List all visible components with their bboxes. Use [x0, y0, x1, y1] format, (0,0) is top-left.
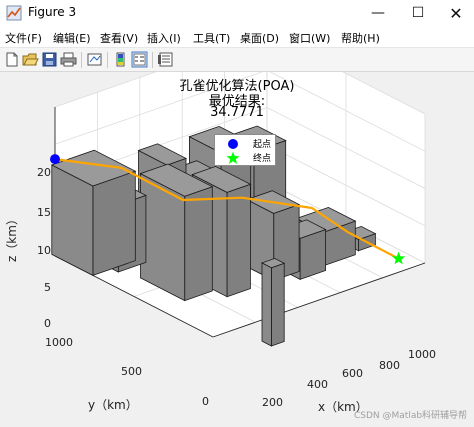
menu-view[interactable]: 查看(V) — [100, 30, 138, 46]
toolbar-separator — [107, 52, 108, 68]
z-tick-label: 0 — [44, 317, 51, 330]
legend[interactable]: 起点 终点 — [214, 134, 276, 166]
toolbar-separator — [81, 52, 82, 68]
property-inspector-icon[interactable] — [157, 51, 174, 68]
x-tick-label: 200 — [262, 396, 283, 409]
x-tick-label: 400 — [307, 378, 328, 391]
building-face — [270, 262, 285, 347]
menu-file[interactable]: 文件(F) — [5, 30, 42, 46]
goal-marker-swatch — [226, 151, 240, 164]
toolbar-separator — [152, 52, 153, 68]
z-tick-label: 10 — [37, 244, 51, 257]
building-face — [184, 186, 213, 302]
minimize-button[interactable]: — — [358, 0, 398, 26]
save-icon[interactable] — [41, 51, 58, 68]
menu-insert[interactable]: 插入(I) — [147, 30, 181, 46]
legend-entry-start: 起点 — [215, 136, 277, 151]
legend-entry-goal: 终点 — [215, 150, 277, 165]
open-file-icon[interactable] — [22, 51, 39, 68]
window-titlebar: Figure 3 — ☐ ✕ — [0, 0, 474, 26]
menu-help[interactable]: 帮助(H) — [341, 30, 380, 46]
y-tick-label: 1000 — [45, 336, 73, 349]
toolbar — [0, 48, 474, 72]
z-axis-label: z（km） — [5, 213, 19, 262]
insert-legend-icon[interactable] — [131, 51, 148, 68]
menu-desktop[interactable]: 桌面(D) — [240, 30, 279, 46]
matlab-figure-icon — [6, 5, 22, 21]
z-tick-label: 5 — [44, 281, 51, 294]
menu-edit[interactable]: 编辑(E) — [53, 30, 91, 46]
legend-label-goal: 终点 — [253, 154, 272, 164]
plot-3d-axes[interactable] — [0, 72, 474, 427]
building-face — [226, 183, 251, 298]
print-icon[interactable] — [60, 51, 77, 68]
start-marker-swatch — [228, 139, 238, 149]
chart-title-line-3: 34.7771 — [210, 105, 264, 120]
x-tick-label: 1000 — [408, 348, 436, 361]
start-point-marker — [50, 154, 60, 165]
legend-label-start: 起点 — [253, 140, 272, 150]
menu-tools[interactable]: 工具(T) — [193, 30, 230, 46]
link-plot-icon[interactable] — [86, 51, 103, 68]
menu-window[interactable]: 窗口(W) — [289, 30, 330, 46]
insert-colorbar-icon[interactable] — [112, 51, 129, 68]
z-tick-label: 20 — [37, 166, 51, 179]
building-face — [92, 170, 136, 276]
y-axis-label: y（km） — [88, 398, 138, 412]
new-figure-icon[interactable] — [3, 51, 20, 68]
building-face — [261, 262, 272, 347]
menu-bar: 文件(F) 编辑(E) 查看(V) 插入(I) 工具(T) 桌面(D) 窗口(W… — [0, 26, 474, 48]
z-tick-label: 15 — [37, 206, 51, 219]
watermark: CSDN @Matlab科研辅导帮 — [354, 411, 468, 421]
maximize-button[interactable]: ☐ — [398, 0, 438, 26]
figure-canvas: 孔雀优化算法(POA) 最优结果: 34.7771 20 15 10 5 0 z… — [0, 72, 474, 427]
obstacle-building — [260, 257, 286, 347]
x-tick-label: 800 — [379, 359, 400, 372]
window-title: Figure 3 — [28, 5, 77, 19]
y-tick-label: 500 — [121, 365, 142, 378]
close-button[interactable]: ✕ — [436, 0, 474, 26]
y-tick-label: 0 — [202, 395, 209, 408]
x-tick-label: 600 — [342, 367, 363, 380]
